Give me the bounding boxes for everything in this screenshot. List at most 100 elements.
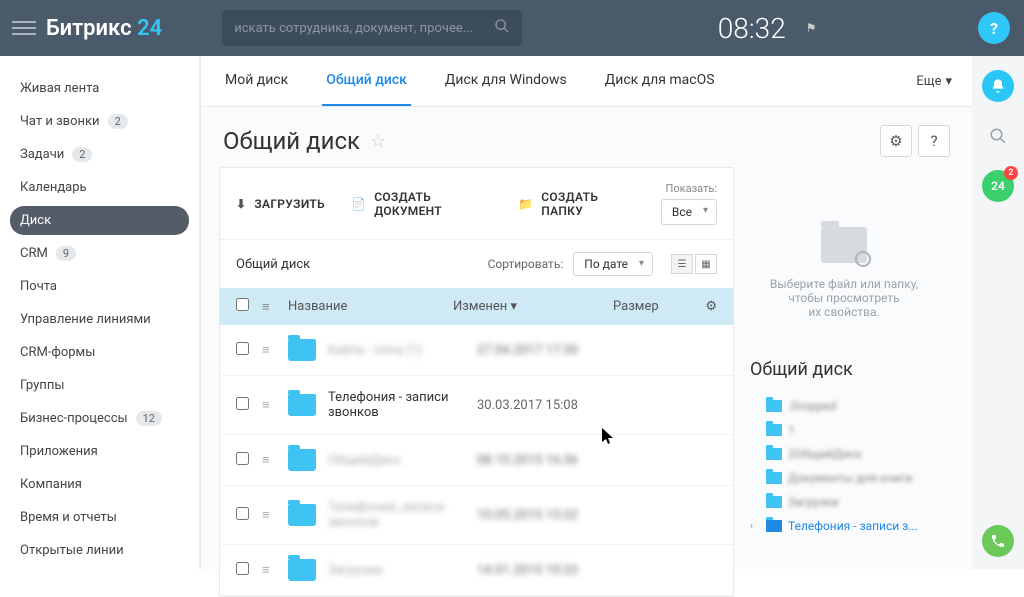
left-nav: Живая лента Чат и звонки2 Задачи2 Календарь… bbox=[0, 56, 200, 569]
upload-icon: ⬇ bbox=[236, 197, 246, 211]
row-name: Телефония - записи звонков bbox=[328, 390, 477, 420]
flag-icon: ⚑ bbox=[806, 21, 817, 35]
tree-node[interactable]: 2ОбщийДиск bbox=[746, 442, 942, 466]
sidebar-item[interactable]: Бизнес-процессы12 bbox=[10, 404, 189, 433]
drag-handle-icon[interactable]: ≡ bbox=[262, 507, 288, 523]
folder-icon bbox=[288, 394, 316, 416]
table-row[interactable]: ≡Загрузки14.01.2015 10:33 bbox=[220, 545, 733, 596]
tree-folder-icon bbox=[766, 448, 782, 460]
tree-expand-icon[interactable]: › bbox=[750, 521, 760, 532]
sidebar-item[interactable]: Чат и звонки2 bbox=[10, 107, 189, 136]
table-row[interactable]: ≡Kakha - nima (1)27.04.2017 17:30 bbox=[220, 325, 733, 376]
tree-label: 1 bbox=[788, 423, 795, 437]
file-rows: ≡Kakha - nima (1)27.04.2017 17:30≡Телефо… bbox=[220, 325, 733, 596]
phone-button[interactable] bbox=[982, 525, 1014, 557]
chevron-down-icon: ▾ bbox=[945, 74, 952, 89]
breadcrumb[interactable]: Общий диск bbox=[236, 257, 310, 272]
rail-search-button[interactable] bbox=[982, 120, 1014, 152]
row-checkbox[interactable] bbox=[236, 507, 249, 520]
sidebar-item[interactable]: Живая лента bbox=[10, 74, 189, 103]
drag-handle-icon[interactable]: ≡ bbox=[262, 342, 288, 358]
show-filter-dropdown[interactable]: Все bbox=[661, 199, 717, 225]
view-list-icon[interactable]: ☰ bbox=[671, 254, 693, 274]
search-icon[interactable] bbox=[494, 18, 510, 38]
col-size[interactable]: Размер bbox=[613, 299, 693, 314]
row-checkbox[interactable] bbox=[236, 397, 249, 410]
row-name: Kakha - nima (1) bbox=[328, 343, 477, 358]
global-search[interactable] bbox=[222, 10, 522, 46]
drag-handle-icon[interactable]: ≡ bbox=[262, 562, 288, 578]
sidebar-item[interactable]: Задачи2 bbox=[10, 140, 189, 169]
file-table-header: ≡ Название Изменен ▾ Размер ⚙ bbox=[220, 288, 733, 325]
tree-node[interactable]: .Dropped bbox=[746, 394, 942, 418]
table-row[interactable]: ≡ОбщийДиск08.10.2015 16:36 bbox=[220, 435, 733, 486]
sidebar-item[interactable]: Открытые линии bbox=[10, 536, 189, 565]
tree-node[interactable]: Документы для книги bbox=[746, 466, 942, 490]
tree-label: Телефония - записи з... bbox=[788, 519, 918, 533]
menu-toggle[interactable] bbox=[12, 16, 36, 40]
tab[interactable]: Мой диск bbox=[221, 56, 292, 106]
row-checkbox[interactable] bbox=[236, 562, 249, 575]
b24-button[interactable]: 24 2 bbox=[982, 170, 1014, 202]
create-document-button[interactable]: 📄 СОЗДАТЬ ДОКУМЕНТ bbox=[351, 190, 492, 218]
row-checkbox[interactable] bbox=[236, 452, 249, 465]
drag-handle-icon[interactable]: ≡ bbox=[262, 397, 288, 413]
columns-gear-icon[interactable]: ⚙ bbox=[693, 299, 717, 314]
drag-handle-icon[interactable]: ≡ bbox=[262, 452, 288, 468]
sidebar-item[interactable]: Группы bbox=[10, 371, 189, 400]
row-name: Загрузки bbox=[328, 563, 477, 578]
tree-label: Документы для книги bbox=[788, 471, 912, 485]
b24-badge: 2 bbox=[1004, 166, 1018, 180]
tab[interactable]: Диск для macOS bbox=[601, 56, 719, 106]
show-label: Показать: bbox=[661, 182, 717, 195]
table-row[interactable]: ≡ Телефония - записи звонков30.03.2017 15… bbox=[220, 376, 733, 435]
favorite-star-icon[interactable]: ☆ bbox=[370, 131, 386, 152]
tabs-more[interactable]: Еще ▾ bbox=[916, 74, 952, 89]
notifications-button[interactable] bbox=[982, 70, 1014, 102]
col-name[interactable]: Название bbox=[288, 299, 453, 314]
folder-icon bbox=[288, 449, 316, 471]
folder-icon bbox=[288, 504, 316, 526]
tree-node[interactable]: 1 bbox=[746, 418, 942, 442]
select-all-checkbox[interactable] bbox=[236, 298, 249, 311]
row-modified: 30.03.2017 15:08 bbox=[477, 398, 637, 413]
tree-label: 2ОбщийДиск bbox=[788, 447, 862, 461]
row-checkbox[interactable] bbox=[236, 342, 249, 355]
view-grid-icon[interactable]: ▦ bbox=[695, 254, 717, 274]
sidebar-item[interactable]: Компания bbox=[10, 470, 189, 499]
sidebar-count: 2 bbox=[108, 114, 128, 129]
page-help-button[interactable]: ? bbox=[918, 125, 950, 157]
search-input[interactable] bbox=[234, 21, 494, 36]
sidebar-count: 2 bbox=[72, 147, 92, 162]
tree-label: .Dropped bbox=[788, 399, 836, 413]
col-modified[interactable]: Изменен ▾ bbox=[453, 299, 613, 314]
settings-button[interactable]: ⚙ bbox=[880, 125, 912, 157]
sidebar-item[interactable]: Диск bbox=[10, 206, 189, 235]
tree-title: Общий диск bbox=[750, 359, 938, 380]
table-row[interactable]: ≡Телефония_записи звонков10.05.2015 15:3… bbox=[220, 486, 733, 545]
row-modified: 08.10.2015 16:36 bbox=[477, 453, 637, 468]
create-folder-button[interactable]: 📁 СОЗДАТЬ ПАПКУ bbox=[518, 190, 635, 218]
info-placeholder: Выберите файл или папку, чтобы просмотре… bbox=[746, 167, 942, 349]
sidebar-item[interactable]: CRM9 bbox=[10, 239, 189, 268]
logo[interactable]: Битрикс 24 bbox=[46, 16, 162, 41]
upload-button[interactable]: ⬇ ЗАГРУЗИТЬ bbox=[236, 197, 325, 211]
tree-folder-icon bbox=[766, 496, 782, 508]
help-button[interactable]: ? bbox=[978, 12, 1010, 44]
sort-dropdown[interactable]: По дате bbox=[573, 252, 653, 276]
right-rail: 24 2 bbox=[972, 56, 1024, 569]
sidebar-item[interactable]: Почта bbox=[10, 272, 189, 301]
sidebar-item[interactable]: Календарь bbox=[10, 173, 189, 202]
tree-node[interactable]: › Телефония - записи з... bbox=[746, 514, 942, 538]
sidebar-item[interactable]: Приложения bbox=[10, 437, 189, 466]
folder-icon: 📁 bbox=[518, 197, 533, 211]
tree-node[interactable]: Загрузки bbox=[746, 490, 942, 514]
sidebar-count: 9 bbox=[56, 246, 76, 261]
sidebar-item[interactable]: Управление линиями bbox=[10, 305, 189, 334]
tab[interactable]: Общий диск bbox=[322, 56, 411, 106]
placeholder-folder-icon bbox=[821, 227, 867, 263]
sidebar-item[interactable]: CRM-формы bbox=[10, 338, 189, 367]
tab[interactable]: Диск для Windows bbox=[441, 56, 571, 106]
sidebar-item[interactable]: Время и отчеты bbox=[10, 503, 189, 532]
sidebar-count: 12 bbox=[136, 411, 162, 426]
